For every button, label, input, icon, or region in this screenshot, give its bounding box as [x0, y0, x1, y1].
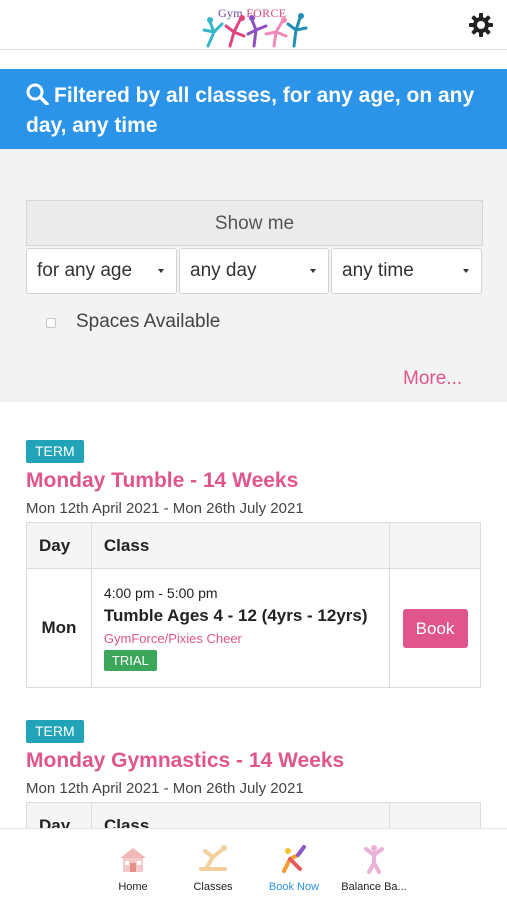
day-select[interactable]: any day [179, 248, 329, 294]
nav-home-label: Home [118, 881, 148, 893]
filter-summary-text: Filtered by all classes, for any age, on… [26, 84, 475, 137]
class-venue-link[interactable]: GymForce/Pixies Cheer [104, 631, 389, 646]
top-bar: Gym FORCE [0, 0, 507, 50]
bottom-navigation: Home Classes Book Now Balance Ba... [0, 828, 507, 900]
column-header-class: Class [90, 802, 391, 828]
nav-classes-label: Classes [193, 881, 233, 893]
class-group: TERM Monday Tumble - 14 Weeks Mon 12th A… [26, 440, 481, 690]
class-group-title[interactable]: Monday Gymnastics - 14 Weeks [26, 749, 344, 773]
more-filters-link[interactable]: More... [403, 368, 462, 390]
nav-balance[interactable]: Balance Ba... [334, 829, 414, 900]
class-time: 4:00 pm - 5:00 pm [103, 585, 218, 601]
class-group-title[interactable]: Monday Tumble - 14 Weeks [26, 469, 298, 493]
class-details: 4:00 pm - 5:00 pm Tumble Ages 4 - 12 (4y… [90, 568, 391, 688]
nav-classes[interactable]: Classes [173, 829, 253, 900]
class-action-cell: Book [389, 568, 481, 688]
gymforce-logo[interactable]: Gym FORCE [200, 4, 308, 48]
book-button[interactable]: Book [402, 608, 468, 648]
filter-panel: Show me for any age any day any time Spa… [0, 149, 507, 402]
filter-summary-banner[interactable]: Filtered by all classes, for any age, on… [0, 69, 507, 149]
class-table: Day Class Mon 4:00 pm - 5:00 pm Tumble A… [26, 522, 481, 688]
balance-icon [358, 843, 390, 875]
class-group-dates: Mon 12th April 2021 - Mon 26th July 2021 [26, 780, 304, 797]
nav-balance-label: Balance Ba... [341, 881, 407, 893]
class-name: Tumble Ages 4 - 12 (4yrs - 12yrs) [103, 606, 368, 625]
classes-icon [197, 843, 229, 875]
column-header-day: Day [26, 522, 92, 569]
chevron-down-icon [158, 269, 164, 273]
chevron-down-icon [463, 269, 469, 273]
term-badge: TERM [26, 720, 84, 743]
chevron-down-icon [310, 269, 316, 273]
column-header-action [389, 522, 481, 569]
nav-home[interactable]: Home [93, 829, 173, 900]
spaces-available-label: Spaces Available [76, 311, 221, 332]
filter-summary: Filtered by all classes, for any age, on… [26, 81, 481, 141]
nav-book-now-label: Book Now [268, 881, 320, 893]
column-header-class: Class [90, 522, 391, 569]
table-row: Mon 4:00 pm - 5:00 pm Tumble Ages 4 - 12… [26, 568, 481, 688]
day-select-value: any day [190, 260, 257, 281]
nav-book-now[interactable]: Book Now [254, 829, 334, 900]
time-select[interactable]: any time [331, 248, 482, 294]
age-select-value: for any age [37, 260, 133, 281]
search-icon [26, 83, 50, 106]
home-icon [117, 843, 149, 875]
book-now-icon [278, 843, 310, 875]
time-select-value: any time [342, 260, 414, 281]
table-header-row: Day Class [26, 802, 481, 828]
age-select[interactable]: for any age [26, 248, 177, 294]
class-day: Mon [26, 568, 92, 688]
logo-gymnasts-graphic [202, 13, 308, 48]
class-table: Day Class [26, 802, 481, 828]
class-group-dates: Mon 12th April 2021 - Mon 26th July 2021 [26, 500, 304, 517]
trial-badge: TRIAL [103, 650, 157, 671]
column-header-day: Day [26, 802, 92, 828]
spaces-available-checkbox[interactable] [46, 318, 56, 328]
table-header-row: Day Class [26, 522, 481, 569]
class-group: TERM Monday Gymnastics - 14 Weeks Mon 12… [26, 720, 481, 828]
show-me-button[interactable]: Show me [26, 200, 483, 246]
term-badge: TERM [26, 440, 84, 463]
column-header-action [389, 802, 481, 828]
gear-icon[interactable] [468, 12, 494, 38]
